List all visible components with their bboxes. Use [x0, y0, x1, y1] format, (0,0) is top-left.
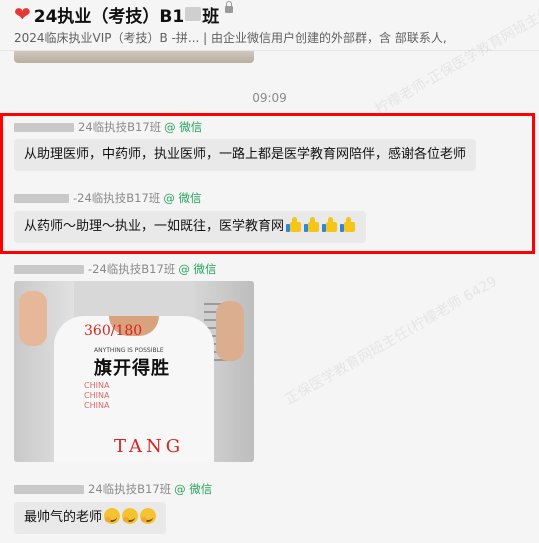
- photo-china-line: CHINA: [84, 401, 110, 410]
- photo-china-lines: CHINA CHINA CHINA: [84, 381, 109, 411]
- wechat-tag: @ 微信: [178, 262, 217, 276]
- redacted-name: [14, 264, 84, 274]
- wechat-tag: @ 微信: [164, 120, 203, 134]
- thumbs-up-icon: [322, 217, 338, 233]
- photo-bottom-text: TANG: [114, 436, 185, 457]
- group-subtitle: 2024临床执业VIP（考技）B -拼... | 由企业微信用户创建的外部群，含…: [14, 31, 447, 45]
- photo-hand: [216, 301, 244, 361]
- message-sender: -24临执技B17班 @ 微信: [14, 190, 201, 206]
- sender-group-name: -24临执技B17班: [88, 262, 176, 276]
- redacted-name: [14, 122, 74, 132]
- message-bubble[interactable]: 从助理医师，中药师，执业医师，一路上都是医学教育网陪伴，感谢各位老师: [14, 139, 477, 171]
- redacted-name: [14, 193, 69, 203]
- wechat-tag: @ 微信: [163, 191, 202, 205]
- grin-face-icon: [104, 508, 121, 524]
- redacted-name: [14, 484, 84, 494]
- previous-image-message[interactable]: [14, 51, 254, 63]
- message-text: 最帅气的老师: [24, 510, 103, 525]
- grin-face-icon: [140, 508, 157, 524]
- wechat-tag: @ 微信: [174, 482, 213, 496]
- photo-china-line: CHINA: [84, 381, 110, 390]
- group-title-suffix: 班: [202, 6, 220, 27]
- thumbs-up-icon: [304, 217, 320, 233]
- heart-icon: ❤: [14, 2, 31, 26]
- sender-group-name: -24临执技B17班: [73, 191, 161, 205]
- chat-header: ❤ 24执业（考技）B1 班 2024临床执业VIP（考技）B -拼... | …: [0, 0, 539, 51]
- photo-slogan: 旗开得胜: [94, 358, 170, 379]
- thumbs-up-icon: [340, 217, 356, 233]
- message-bubble[interactable]: 从药师～助理～执业，一如既往，医学教育网: [14, 211, 367, 243]
- group-title[interactable]: ❤ 24执业（考技）B1 班: [14, 0, 234, 27]
- message-timestamp: 09:09: [252, 91, 287, 105]
- message-text: 从药师～助理～执业，一如既往，医学教育网: [24, 219, 285, 234]
- message-bubble[interactable]: 最帅气的老师: [14, 502, 167, 534]
- message-sender: 24临执技B17班 @ 微信: [14, 119, 202, 135]
- thumbs-up-icon: [286, 217, 302, 233]
- sender-group-name: 24临执技B17班: [88, 482, 172, 496]
- photo-scrawl-text: 360/180: [84, 323, 143, 339]
- photo-china-line: CHINA: [84, 391, 110, 400]
- photo-small-text: ANYTHING IS POSSIBLE: [94, 347, 164, 354]
- grin-face-icon: [122, 508, 139, 524]
- message-sender: 24临执技B17班 @ 微信: [14, 481, 212, 497]
- lock-icon: [225, 0, 234, 15]
- photo-message[interactable]: 360/180 ANYTHING IS POSSIBLE 旗开得胜 CHINA …: [14, 281, 254, 462]
- redacted-text: [185, 7, 202, 21]
- watermark: 正保医学教育网班主任(柠檬老师 6429: [282, 273, 500, 409]
- photo-hand: [19, 291, 47, 346]
- message-text: 从助理医师，中药师，执业医师，一路上都是医学教育网陪伴，感谢各位老师: [24, 147, 467, 162]
- group-title-text: 24执业（考技）B1: [33, 6, 185, 27]
- sender-group-name: 24临执技B17班: [78, 120, 162, 134]
- message-sender: -24临执技B17班 @ 微信: [14, 261, 216, 277]
